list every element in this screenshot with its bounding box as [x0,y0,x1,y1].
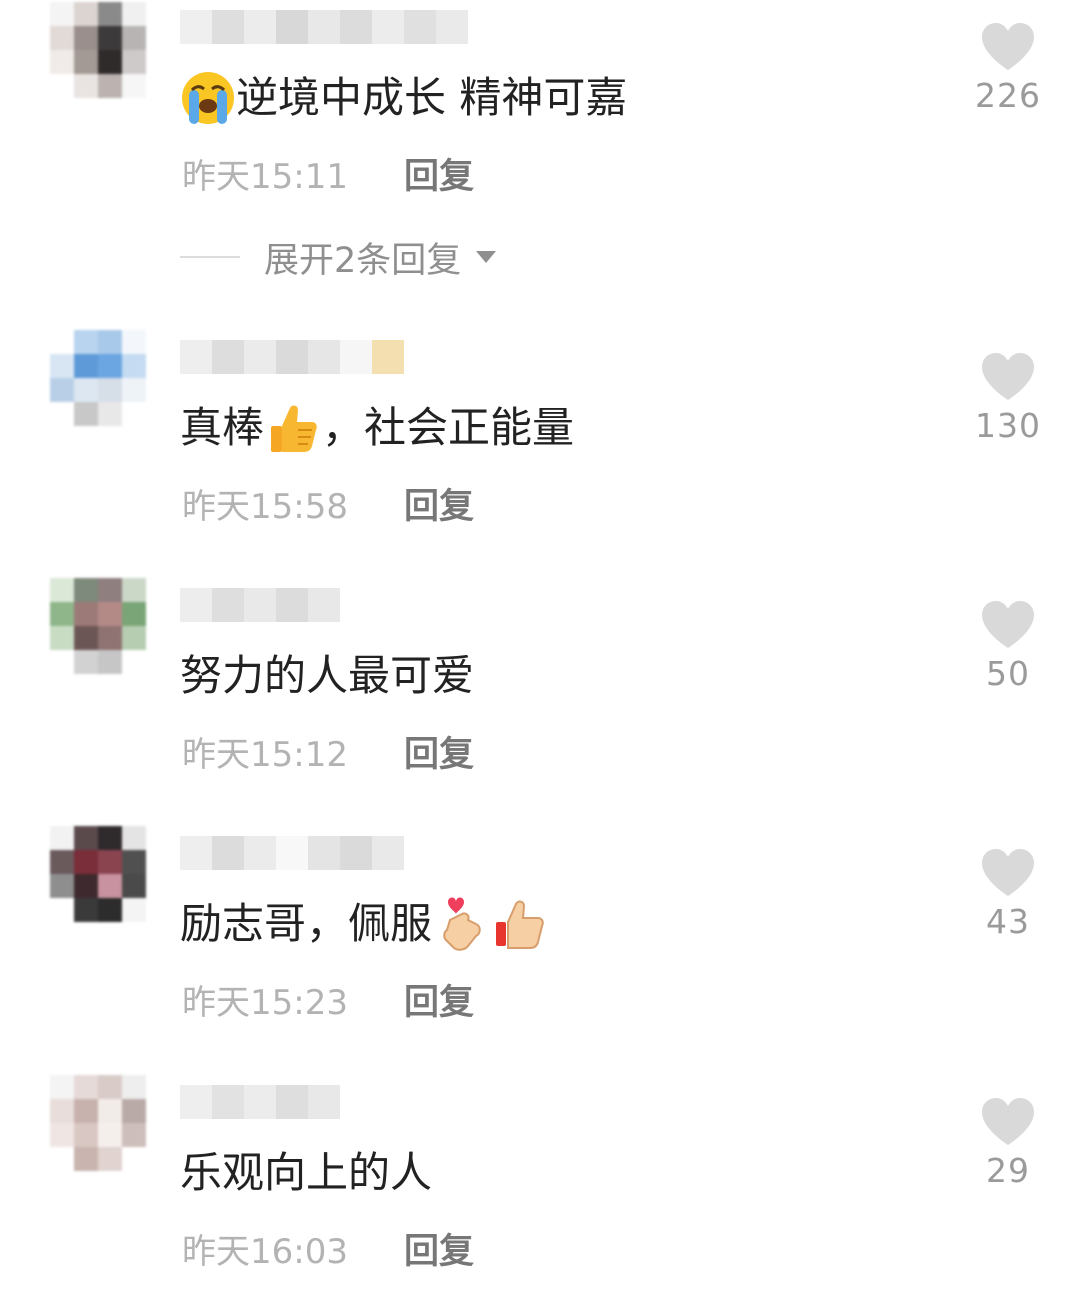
timestamp: 昨天15:12 [182,734,348,775]
comment-text: 努力的人最可爱 [180,648,474,704]
comment-text: 真棒 ，社会正能量 [180,400,574,456]
comment-meta: 昨天15:58 回复 [182,478,474,529]
like-count: 43 [986,902,1030,941]
heart-icon[interactable] [980,352,1036,402]
expand-replies-button[interactable]: 展开2条回复 [180,232,497,282]
like-button[interactable]: 226 [960,22,1056,115]
reply-button[interactable]: 回复 [404,148,474,199]
like-count: 50 [986,654,1030,693]
caret-down-icon [476,251,497,263]
heart-icon[interactable] [980,600,1036,650]
avatar[interactable] [50,578,146,674]
like-button[interactable]: 29 [960,1097,1056,1190]
username[interactable] [180,10,468,44]
comment-item: 努力的人最可爱 昨天15:12 回复 50 [0,578,1080,798]
comment-text: 励志哥，佩服 [180,896,546,952]
timestamp: 昨天15:58 [182,486,348,527]
avatar[interactable] [50,1075,146,1171]
timestamp: 昨天15:11 [182,156,348,197]
avatar[interactable] [50,330,146,426]
reply-button[interactable]: 回复 [404,726,474,777]
expand-replies-label: 展开2条回复 [264,240,462,281]
heart-icon[interactable] [980,848,1036,898]
reply-button[interactable]: 回复 [404,1223,474,1274]
comment-text-tail: ，社会正能量 [322,403,575,452]
like-button[interactable]: 130 [960,352,1056,445]
comment-text-body: 励志哥，佩服 [180,899,433,948]
heart-icon[interactable] [980,1097,1036,1147]
comment-text-body: 乐观向上的人 [180,1148,433,1197]
finger-heart-icon [438,896,486,952]
username[interactable] [180,588,340,622]
comment-item: 乐观向上的人 昨天16:03 回复 29 [0,1075,1080,1295]
timestamp: 昨天15:23 [182,982,348,1023]
like-button[interactable]: 43 [960,848,1056,941]
comment-text-body: 真棒 [180,403,265,452]
reply-button[interactable]: 回复 [404,478,474,529]
thumbs-up-icon [268,402,318,454]
heart-icon[interactable] [980,22,1036,72]
comment-text-body: 努力的人最可爱 [180,651,475,700]
timestamp: 昨天16:03 [182,1231,348,1272]
avatar[interactable] [50,2,146,98]
username[interactable] [180,1085,340,1119]
thumbs-up-icon [494,898,546,950]
comment-item: 励志哥，佩服 昨天15:23 回复 43 [0,826,1080,1046]
comment-meta: 昨天15:11 回复 [182,148,474,199]
comment-text: 逆境中成长 精神可嘉 [180,70,627,126]
like-count: 130 [975,406,1041,445]
like-count: 29 [986,1151,1030,1190]
avatar[interactable] [50,826,146,922]
comment-text-body: 逆境中成长 精神可嘉 [236,73,628,122]
comment-item: 真棒 ，社会正能量 昨天15:58 回复 130 [0,330,1080,550]
comment-meta: 昨天15:12 回复 [182,726,474,777]
comment-meta: 昨天15:23 回复 [182,974,474,1025]
divider [180,256,240,258]
like-count: 226 [975,76,1041,115]
username[interactable] [180,340,404,374]
comment-text: 乐观向上的人 [180,1145,432,1201]
comment-item: 逆境中成长 精神可嘉 昨天15:11 回复 226 展开2条回复 [0,0,1080,300]
reply-button[interactable]: 回复 [404,974,474,1025]
comment-meta: 昨天16:03 回复 [182,1223,474,1274]
like-button[interactable]: 50 [960,600,1056,693]
crying-face-icon [180,70,236,126]
username[interactable] [180,836,404,870]
